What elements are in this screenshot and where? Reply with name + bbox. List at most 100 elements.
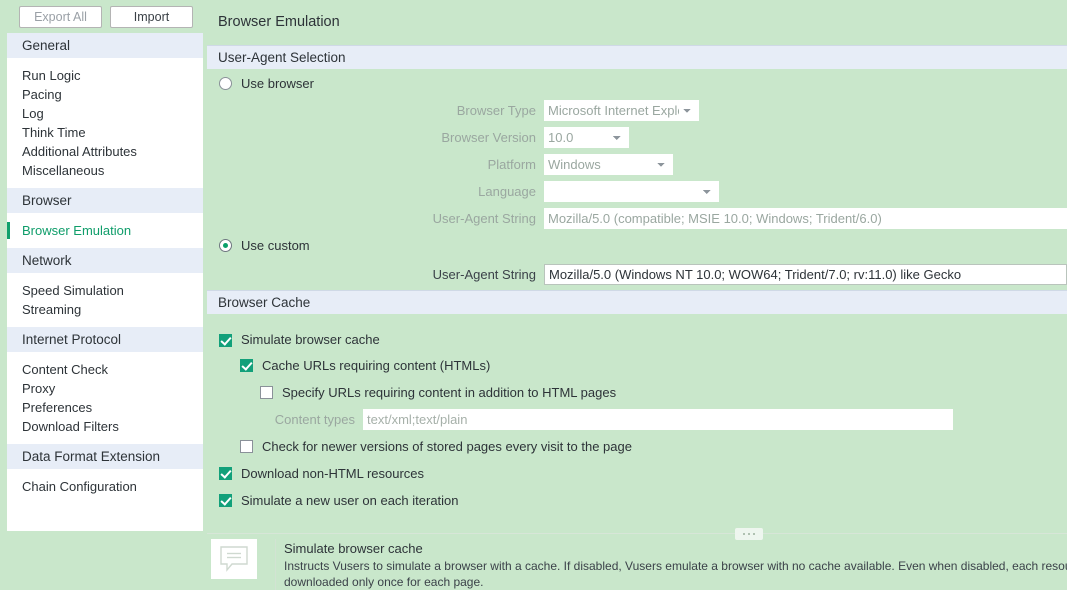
simulate-browser-cache-checkbox[interactable]: [219, 334, 232, 347]
check-newer-versions-label: Check for newer versions of stored pages…: [262, 439, 632, 454]
page-title: Browser Emulation: [218, 14, 340, 30]
browser-ua-input[interactable]: [544, 208, 1067, 229]
simulate-new-user-row[interactable]: Simulate a new user on each iteration: [207, 487, 1067, 514]
sidebar-item-label: Log: [22, 106, 44, 121]
left-pane: Export All Import General Run Logic Pacing…: [0, 0, 207, 589]
sidebar-item-content-check[interactable]: Content Check: [7, 360, 203, 379]
use-custom-row[interactable]: Use custom: [207, 232, 1067, 259]
cache-urls-label: Cache URLs requiring content (HTMLs): [262, 358, 491, 373]
cache-urls-checkbox[interactable]: [240, 359, 253, 372]
toolbar: Export All Import: [0, 0, 207, 33]
sidebar-group-browser: Browser: [7, 188, 203, 213]
browser-ua-label: User-Agent String: [432, 211, 536, 226]
simulate-new-user-label: Simulate a new user on each iteration: [241, 493, 459, 508]
check-newer-versions-checkbox[interactable]: [240, 440, 253, 453]
sidebar-item-log[interactable]: Log: [7, 104, 203, 123]
help-description: Instructs Vusers to simulate a browser w…: [284, 558, 1067, 590]
section-header-browser-cache: Browser Cache: [207, 290, 1067, 314]
help-line-2: downloaded only once for each page.: [284, 575, 484, 589]
browser-type-select[interactable]: Microsoft Internet Explorer: [544, 100, 699, 121]
export-all-button[interactable]: Export All: [19, 5, 102, 28]
specify-urls-checkbox[interactable]: [260, 386, 273, 399]
browser-ua-row: User-Agent String: [207, 205, 1067, 232]
use-custom-radio[interactable]: [219, 239, 232, 252]
sidebar-item-additional-attributes[interactable]: Additional Attributes: [7, 142, 203, 161]
custom-ua-input[interactable]: [544, 264, 1067, 285]
browser-type-label: Browser Type: [456, 103, 536, 118]
sidebar-group-general: General: [7, 33, 203, 58]
download-non-html-row[interactable]: Download non-HTML resources: [207, 460, 1067, 487]
help-line-1: Instructs Vusers to simulate a browser w…: [284, 559, 1067, 573]
sidebar-item-label: Streaming: [22, 302, 82, 317]
browser-version-label: Browser Version: [441, 130, 536, 145]
browser-version-select[interactable]: 10.0: [544, 127, 629, 148]
sidebar-group-data-format-extension: Data Format Extension: [7, 444, 203, 469]
help-panel: Simulate browser cache Instructs Vusers …: [207, 528, 1067, 590]
sidebar-item-label: Download Filters: [22, 419, 119, 434]
language-label: Language: [478, 184, 536, 199]
content-types-input[interactable]: [363, 409, 953, 430]
help-bubble-icon: [211, 539, 257, 579]
help-body: Simulate browser cache Instructs Vusers …: [275, 539, 1067, 590]
use-browser-label: Use browser: [241, 75, 314, 91]
sidebar-item-speed-simulation[interactable]: Speed Simulation: [7, 281, 203, 300]
sidebar-item-pacing[interactable]: Pacing: [7, 85, 203, 104]
sidebar-item-streaming[interactable]: Streaming: [7, 300, 203, 319]
platform-row: Platform Windows: [207, 151, 1067, 178]
check-newer-versions-row[interactable]: Check for newer versions of stored pages…: [207, 433, 1067, 460]
download-non-html-label: Download non-HTML resources: [241, 466, 425, 481]
sidebar-item-label: Browser Emulation: [22, 223, 132, 238]
sidebar-group-internet-protocol: Internet Protocol: [7, 327, 203, 352]
sidebar-item-miscellaneous[interactable]: Miscellaneous: [7, 161, 203, 180]
specify-urls-label: Specify URLs requiring content in additi…: [282, 385, 617, 400]
specify-urls-row[interactable]: Specify URLs requiring content in additi…: [207, 379, 1067, 406]
sidebar-item-label: Run Logic: [22, 68, 81, 83]
sidebar-item-preferences[interactable]: Preferences: [7, 398, 203, 417]
sidebar-item-download-filters[interactable]: Download Filters: [7, 417, 203, 436]
sidebar-item-label: Speed Simulation: [22, 283, 124, 298]
cache-urls-row[interactable]: Cache URLs requiring content (HTMLs): [207, 352, 1067, 379]
browser-version-row: Browser Version 10.0: [207, 124, 1067, 151]
sidebar-item-label: Miscellaneous: [22, 163, 105, 178]
simulate-browser-cache-row[interactable]: Simulate browser cache: [207, 314, 1067, 352]
download-non-html-checkbox[interactable]: [219, 467, 232, 480]
main-pane: Browser Emulation User-Agent Selection U…: [207, 0, 1067, 589]
sidebar-item-label: Preferences: [22, 400, 93, 415]
browser-cache-form: Simulate browser cache Cache URLs requir…: [207, 314, 1067, 514]
use-browser-radio[interactable]: [219, 76, 232, 90]
sidebar-item-label: Think Time: [22, 125, 86, 140]
custom-ua-label: User-Agent String: [432, 267, 536, 282]
handle-dot: [753, 533, 755, 535]
sidebar-group-network: Network: [7, 248, 203, 273]
language-select[interactable]: [544, 181, 719, 202]
simulate-browser-cache-label: Simulate browser cache: [241, 332, 380, 347]
sidebar-item-label: Additional Attributes: [22, 144, 137, 159]
sidebar-item-chain-configuration[interactable]: Chain Configuration: [7, 477, 203, 496]
platform-select[interactable]: Windows: [544, 154, 673, 175]
custom-ua-row: User-Agent String: [207, 259, 1067, 290]
handle-dot: [748, 533, 750, 535]
sidebar-item-think-time[interactable]: Think Time: [7, 123, 203, 142]
sidebar-item-proxy[interactable]: Proxy: [7, 379, 203, 398]
sidebar-item-run-logic[interactable]: Run Logic: [7, 66, 203, 85]
handle-dot: [743, 533, 745, 535]
use-custom-label: Use custom: [241, 238, 310, 253]
simulate-new-user-checkbox[interactable]: [219, 494, 232, 507]
language-row: Language: [207, 178, 1067, 205]
settings-sidebar[interactable]: General Run Logic Pacing Log Think Time Addit…: [7, 33, 203, 531]
content-types-label: Content types: [274, 412, 355, 427]
use-browser-row[interactable]: Use browser: [207, 69, 1067, 97]
import-button[interactable]: Import: [110, 5, 193, 28]
sidebar-item-browser-emulation[interactable]: Browser Emulation: [7, 221, 203, 240]
sidebar-item-label: Content Check: [22, 362, 108, 377]
sidebar-item-label: Chain Configuration: [22, 479, 137, 494]
sidebar-item-label: Pacing: [22, 87, 62, 102]
browser-type-row: Browser Type Microsoft Internet Explorer: [207, 97, 1067, 124]
